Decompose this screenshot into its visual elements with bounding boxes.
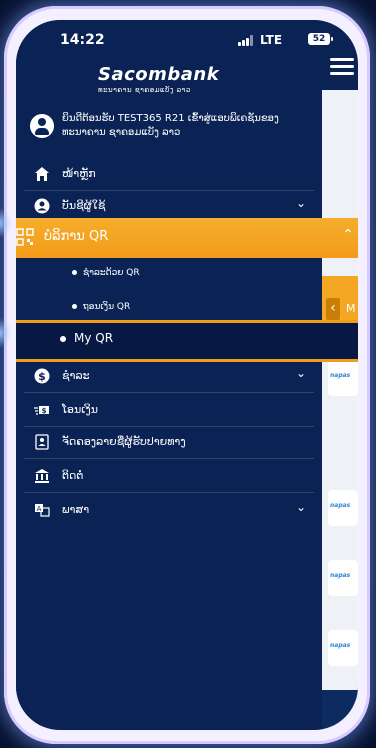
menu-item-transfer[interactable]: $ ໂອນເງິນ xyxy=(24,394,314,427)
home-icon xyxy=(35,167,49,181)
submenu-item-qr-pay[interactable]: ຊຳລະດ້ວຍ QR xyxy=(72,268,140,278)
menu-label: ໂອນເງິນ xyxy=(62,403,98,416)
user-greeting: ຍິນດີຕ້ອນຮັບ TEST365 R21 ເຂົ້າສູ່ແອບພິເຄ… xyxy=(30,112,320,152)
phone-screen: ‹ M napas napas napas napas 14:22 LTE 52 xyxy=(16,20,358,730)
napas-tag: napas xyxy=(330,572,351,579)
contacts-book-icon xyxy=(35,434,49,450)
dollar-icon: $ xyxy=(34,368,50,384)
bullet-icon xyxy=(72,304,77,309)
submenu-item-qr-withdraw[interactable]: ຖອນເງິນ QR xyxy=(72,302,130,312)
phone-frame: ‹ M napas napas napas napas 14:22 LTE 52 xyxy=(4,6,370,744)
submenu-label: ຊຳລະດ້ວຍ QR xyxy=(83,268,140,278)
menu-label: ບັນຊີຜູ້ໃຊ້ xyxy=(62,199,106,212)
language-icon: A xyxy=(35,504,50,517)
menu-label: ບໍລິການ QR xyxy=(44,229,109,244)
brand-name: Sacombank xyxy=(98,64,220,85)
menu-label: ຈັດຄອງລາຍຊື່ຜູ້ຮັບປາຍທາງ xyxy=(62,435,186,448)
bank-building-icon xyxy=(35,469,49,483)
submenu-label: My QR xyxy=(74,331,114,345)
napas-tag: napas xyxy=(330,502,351,509)
status-time: 14:22 xyxy=(60,32,105,48)
menu-item-home[interactable]: ໜ້າຫຼັກ xyxy=(24,158,314,191)
svg-text:$: $ xyxy=(38,370,46,383)
signal-icon xyxy=(238,35,254,46)
chevron-down-icon: ⌄ xyxy=(295,196,306,210)
qr-code-icon xyxy=(16,228,34,246)
menu-label: ຕິດຕໍ່ xyxy=(62,469,84,482)
napas-tag: napas xyxy=(330,642,351,649)
user-avatar-icon xyxy=(30,114,54,138)
chevron-down-icon: ⌄ xyxy=(295,500,306,514)
account-icon xyxy=(34,198,50,214)
glow-accent xyxy=(0,208,12,238)
menu-item-beneficiary[interactable]: ຈັດຄອງລາຍຊື່ຜູ້ຮັບປາຍທາງ xyxy=(24,426,314,459)
menu-item-contact[interactable]: ຕິດຕໍ່ xyxy=(24,460,314,493)
transfer-icon: $ xyxy=(34,406,49,415)
svg-text:$: $ xyxy=(42,407,47,415)
bullet-icon xyxy=(72,270,77,275)
napas-tag: napas xyxy=(330,372,351,379)
submenu-item-my-qr[interactable]: My QR xyxy=(16,320,358,362)
glow-accent xyxy=(0,318,12,348)
brand-subtitle: ທະນາຄານ ຊາຄອມແບັງ ລາວ xyxy=(98,86,191,94)
collapse-chevron-icon[interactable]: ‹ xyxy=(326,298,340,320)
greeting-text: ຍິນດີຕ້ອນຮັບ TEST365 R21 ເຂົ້າສູ່ແອບພິເຄ… xyxy=(62,113,279,138)
menu-item-qr-service[interactable]: ບໍລິການ QR ⌃ xyxy=(16,218,358,258)
menu-item-language[interactable]: A ພາສາ ⌄ xyxy=(24,494,314,526)
network-type: LTE xyxy=(260,33,283,47)
background-bottom-bar xyxy=(322,690,358,730)
status-bar: 14:22 LTE 52 xyxy=(16,20,358,64)
bullet-icon xyxy=(60,336,66,342)
menu-label: ຊຳລະ xyxy=(62,369,90,382)
background-letter: M xyxy=(346,302,356,315)
menu-label: ໜ້າຫຼັກ xyxy=(62,167,96,180)
svg-text:A: A xyxy=(37,505,42,513)
brand-logo: Sacombank ທະນາຄານ ຊາຄອມແບັງ ລາວ xyxy=(98,64,219,94)
menu-item-payment[interactable]: $ ຊຳລະ ⌄ xyxy=(24,360,314,393)
background-app-panel: ‹ M napas napas napas napas xyxy=(322,90,358,730)
chevron-down-icon: ⌄ xyxy=(295,366,306,380)
submenu-label: ຖອນເງິນ QR xyxy=(83,302,131,312)
hamburger-menu-icon[interactable] xyxy=(330,58,354,76)
menu-label: ພາສາ xyxy=(62,503,90,516)
chevron-up-icon: ⌃ xyxy=(342,227,354,243)
battery-icon: 52 xyxy=(308,33,333,45)
